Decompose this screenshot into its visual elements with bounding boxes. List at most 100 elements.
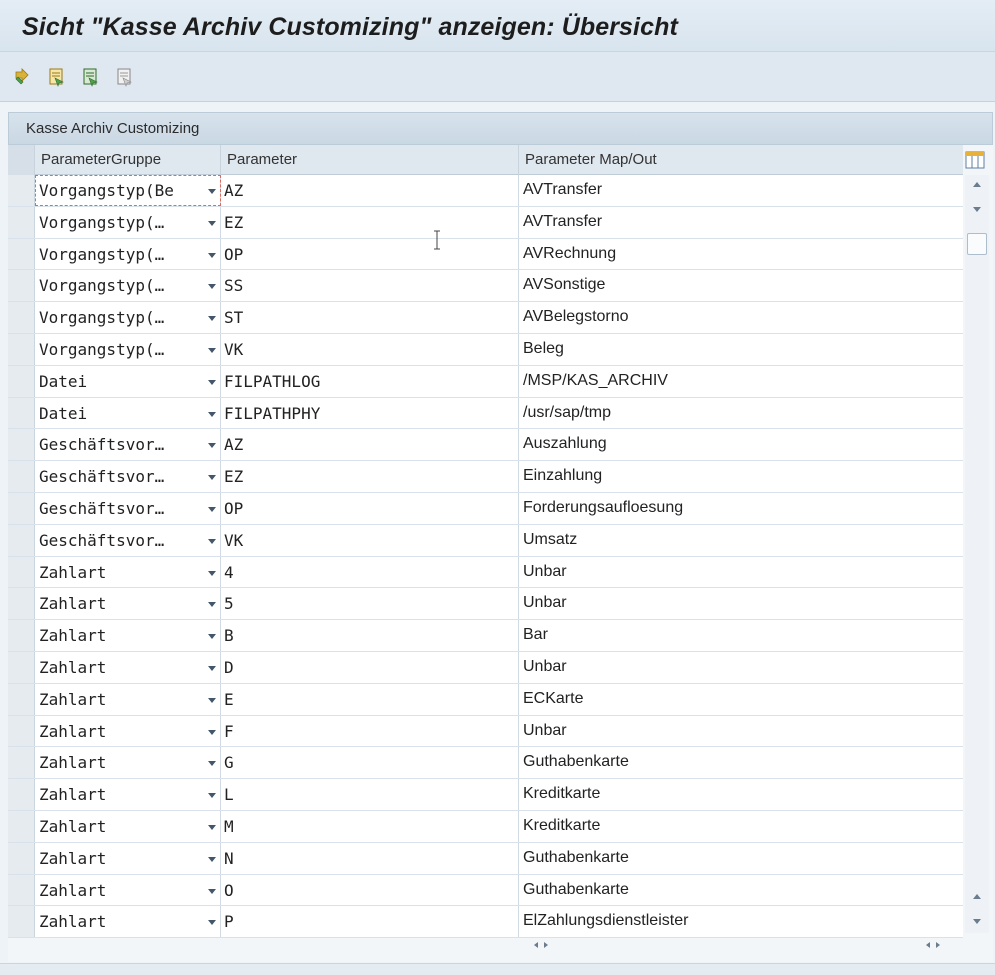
cell-parameter[interactable]: G bbox=[221, 747, 519, 779]
table-row[interactable]: Vorgangstyp(Be AZ AVTransfer bbox=[8, 175, 963, 207]
cell-parameter[interactable]: AZ bbox=[221, 429, 519, 461]
column-header-parameter[interactable]: Parameter bbox=[221, 145, 519, 175]
cell-parameter-map-out[interactable]: ElZahlungsdienstleister bbox=[519, 906, 963, 938]
table-row[interactable]: Datei FILPATHPHY/usr/sap/tmp bbox=[8, 397, 963, 430]
dropdown-arrow-icon[interactable] bbox=[206, 343, 218, 355]
dropdown-arrow-icon[interactable] bbox=[206, 216, 218, 228]
dropdown-arrow-icon[interactable] bbox=[206, 184, 218, 196]
cell-parameter-map-out[interactable]: Guthabenkarte bbox=[519, 747, 963, 779]
cell-parameter[interactable]: OP bbox=[221, 492, 519, 524]
cell-parameter-map-out[interactable]: Guthabenkarte bbox=[519, 842, 963, 874]
scrollbar-thumb[interactable] bbox=[967, 233, 987, 255]
dropdown-arrow-icon[interactable] bbox=[206, 756, 218, 768]
dropdown-arrow-icon[interactable] bbox=[206, 597, 218, 609]
table-row[interactable]: Zahlart E ECKarte bbox=[8, 683, 963, 716]
cell-parameter[interactable]: O bbox=[221, 874, 519, 906]
select-block-icon[interactable] bbox=[81, 66, 101, 88]
dropdown-arrow-icon[interactable] bbox=[206, 248, 218, 260]
dropdown-arrow-icon[interactable] bbox=[206, 661, 218, 673]
cell-parameter-map-out[interactable]: /MSP/KAS_ARCHIV bbox=[519, 365, 963, 397]
cell-parametergruppe[interactable]: Zahlart bbox=[35, 683, 221, 715]
dropdown-arrow-icon[interactable] bbox=[206, 534, 218, 546]
cell-parameter[interactable]: L bbox=[221, 779, 519, 810]
cell-parameter-map-out[interactable]: Umsatz bbox=[519, 524, 963, 556]
cell-parameter-map-out[interactable]: ECKarte bbox=[519, 683, 963, 715]
row-selector[interactable] bbox=[8, 270, 35, 302]
row-selector[interactable] bbox=[8, 461, 35, 492]
dropdown-arrow-icon[interactable] bbox=[206, 693, 218, 705]
scroll-page-down-icon[interactable] bbox=[965, 911, 989, 931]
table-row[interactable]: Zahlart B Bar bbox=[8, 620, 963, 652]
cell-parametergruppe[interactable]: Vorgangstyp(… bbox=[35, 302, 221, 333]
cell-parametergruppe[interactable]: Zahlart bbox=[35, 874, 221, 906]
cell-parametergruppe[interactable]: Zahlart bbox=[35, 810, 221, 842]
cell-parametergruppe[interactable]: Vorgangstyp(… bbox=[35, 333, 221, 365]
row-selector[interactable] bbox=[8, 620, 35, 651]
table-row[interactable]: Vorgangstyp(… ST AVBelegstorno bbox=[8, 302, 963, 334]
dropdown-arrow-icon[interactable] bbox=[206, 629, 218, 641]
row-selector[interactable] bbox=[8, 492, 35, 524]
row-selector[interactable] bbox=[8, 556, 35, 588]
dropdown-arrow-icon[interactable] bbox=[206, 915, 218, 927]
cell-parameter[interactable]: VK bbox=[221, 524, 519, 556]
dropdown-arrow-icon[interactable] bbox=[206, 884, 218, 896]
cell-parametergruppe[interactable]: Zahlart bbox=[35, 556, 221, 588]
cell-parameter[interactable]: 4 bbox=[221, 556, 519, 588]
table-row[interactable]: Geschäftsvor… EZ Einzahlung bbox=[8, 461, 963, 493]
horizontal-scroll-left-right-icon[interactable] bbox=[526, 936, 556, 954]
dropdown-arrow-icon[interactable] bbox=[206, 279, 218, 291]
row-selector[interactable] bbox=[8, 683, 35, 715]
select-all-icon[interactable] bbox=[47, 66, 67, 88]
cell-parametergruppe[interactable]: Zahlart bbox=[35, 651, 221, 683]
cell-parametergruppe[interactable]: Geschäftsvor… bbox=[35, 461, 221, 492]
cell-parameter-map-out[interactable]: Unbar bbox=[519, 556, 963, 588]
table-row[interactable]: Geschäftsvor… AZ Auszahlung bbox=[8, 429, 963, 462]
cell-parameter-map-out[interactable]: AVBelegstorno bbox=[519, 302, 963, 333]
cell-parameter[interactable]: FILPATHPHY bbox=[221, 397, 519, 429]
column-configuration-icon[interactable] bbox=[965, 151, 985, 169]
scroll-up-icon[interactable] bbox=[965, 175, 989, 195]
cell-parameter-map-out[interactable]: Unbar bbox=[519, 588, 963, 620]
dropdown-arrow-icon[interactable] bbox=[206, 820, 218, 832]
cell-parameter[interactable]: 5 bbox=[221, 588, 519, 620]
row-selector[interactable] bbox=[8, 365, 35, 397]
row-selector[interactable] bbox=[8, 429, 35, 461]
row-selector[interactable] bbox=[8, 302, 35, 333]
dropdown-arrow-icon[interactable] bbox=[206, 788, 218, 800]
cell-parameter[interactable]: E bbox=[221, 683, 519, 715]
cell-parameter-map-out[interactable]: AVSonstige bbox=[519, 270, 963, 302]
table-row[interactable]: Zahlart N Guthabenkarte bbox=[8, 842, 963, 875]
cell-parameter[interactable]: AZ bbox=[221, 175, 519, 206]
dropdown-arrow-icon[interactable] bbox=[206, 375, 218, 387]
table-row[interactable]: Zahlart P ElZahlungsdienstleister bbox=[8, 906, 963, 939]
cell-parametergruppe[interactable]: Zahlart bbox=[35, 906, 221, 938]
cell-parameter-map-out[interactable]: Guthabenkarte bbox=[519, 874, 963, 906]
dropdown-arrow-icon[interactable] bbox=[206, 852, 218, 864]
row-selector[interactable] bbox=[8, 206, 35, 238]
table-row[interactable]: Geschäftsvor… VK Umsatz bbox=[8, 524, 963, 557]
row-selector[interactable] bbox=[8, 715, 35, 747]
cell-parameter[interactable]: D bbox=[221, 651, 519, 683]
scroll-down-icon[interactable] bbox=[965, 199, 989, 219]
cell-parameter-map-out[interactable]: Forderungsaufloesung bbox=[519, 492, 963, 524]
table-row[interactable]: Datei FILPATHLOG/MSP/KAS_ARCHIV bbox=[8, 365, 963, 398]
table-row[interactable]: Zahlart M Kreditkarte bbox=[8, 810, 963, 843]
cell-parametergruppe[interactable]: Datei bbox=[35, 365, 221, 397]
cell-parameter[interactable]: M bbox=[221, 810, 519, 842]
cell-parameter-map-out[interactable]: Beleg bbox=[519, 333, 963, 365]
table-row[interactable]: Zahlart 5 Unbar bbox=[8, 588, 963, 621]
scroll-page-up-icon[interactable] bbox=[965, 887, 989, 907]
table-row[interactable]: Zahlart D Unbar bbox=[8, 651, 963, 684]
table-row[interactable]: Geschäftsvor… OP Forderungsaufloesung bbox=[8, 492, 963, 525]
table-row[interactable]: Zahlart F Unbar bbox=[8, 715, 963, 748]
table-row[interactable]: Zahlart O Guthabenkarte bbox=[8, 874, 963, 907]
table-row[interactable]: Vorgangstyp(… SS AVSonstige bbox=[8, 270, 963, 303]
cell-parameter-map-out[interactable]: AVTransfer bbox=[519, 175, 963, 206]
row-selector[interactable] bbox=[8, 779, 35, 810]
column-header-parametergruppe[interactable]: ParameterGruppe bbox=[35, 145, 221, 175]
cell-parameter[interactable]: N bbox=[221, 842, 519, 874]
dropdown-arrow-icon[interactable] bbox=[206, 566, 218, 578]
cell-parametergruppe[interactable]: Zahlart bbox=[35, 588, 221, 620]
row-selector[interactable] bbox=[8, 747, 35, 779]
row-selector[interactable] bbox=[8, 175, 35, 206]
